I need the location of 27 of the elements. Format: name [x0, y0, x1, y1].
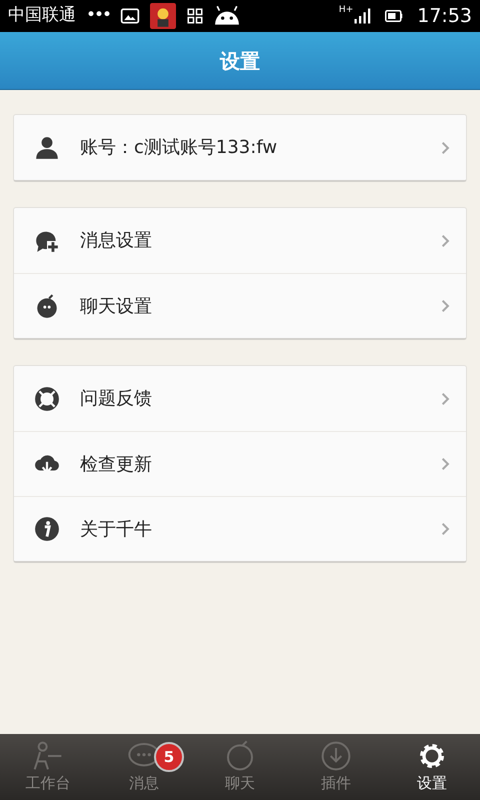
settings-row[interactable]: 消息设置 — [14, 208, 466, 273]
page-title: 设置 — [220, 48, 260, 74]
carrier-name: 中国联通 — [8, 4, 76, 28]
tab-button[interactable]: 消息 5 — [96, 734, 192, 800]
settings-row[interactable]: 聊天设置 — [14, 273, 466, 338]
person-desk-icon — [32, 740, 64, 772]
clock: 17:53 — [417, 4, 472, 29]
download-icon — [320, 740, 352, 772]
tab-button[interactable]: 聊天 — [192, 734, 288, 800]
settings-row[interactable]: 检查更新 — [14, 431, 466, 496]
settings-row[interactable]: 账号：c测试账号133:fw — [14, 115, 466, 180]
notification-dots: ••• — [86, 4, 110, 28]
tab-button[interactable]: 工作台 — [0, 734, 96, 800]
network-type: H+ — [338, 4, 354, 17]
settings-row[interactable]: 关于千牛 — [14, 496, 466, 561]
app-icon — [150, 3, 176, 29]
tab-button[interactable]: 插件 — [288, 734, 384, 800]
count-badge: 5 — [154, 742, 184, 772]
bomb-icon — [224, 740, 256, 772]
person-icon — [34, 134, 60, 160]
lifebuoy-icon — [34, 386, 60, 412]
tab-button[interactable]: 设置 — [384, 734, 480, 800]
settings-row[interactable]: 问题反馈 — [14, 366, 466, 431]
info-icon — [34, 516, 60, 542]
grid-icon — [186, 7, 204, 25]
image-icon — [120, 6, 140, 26]
signal-icon — [353, 7, 372, 25]
